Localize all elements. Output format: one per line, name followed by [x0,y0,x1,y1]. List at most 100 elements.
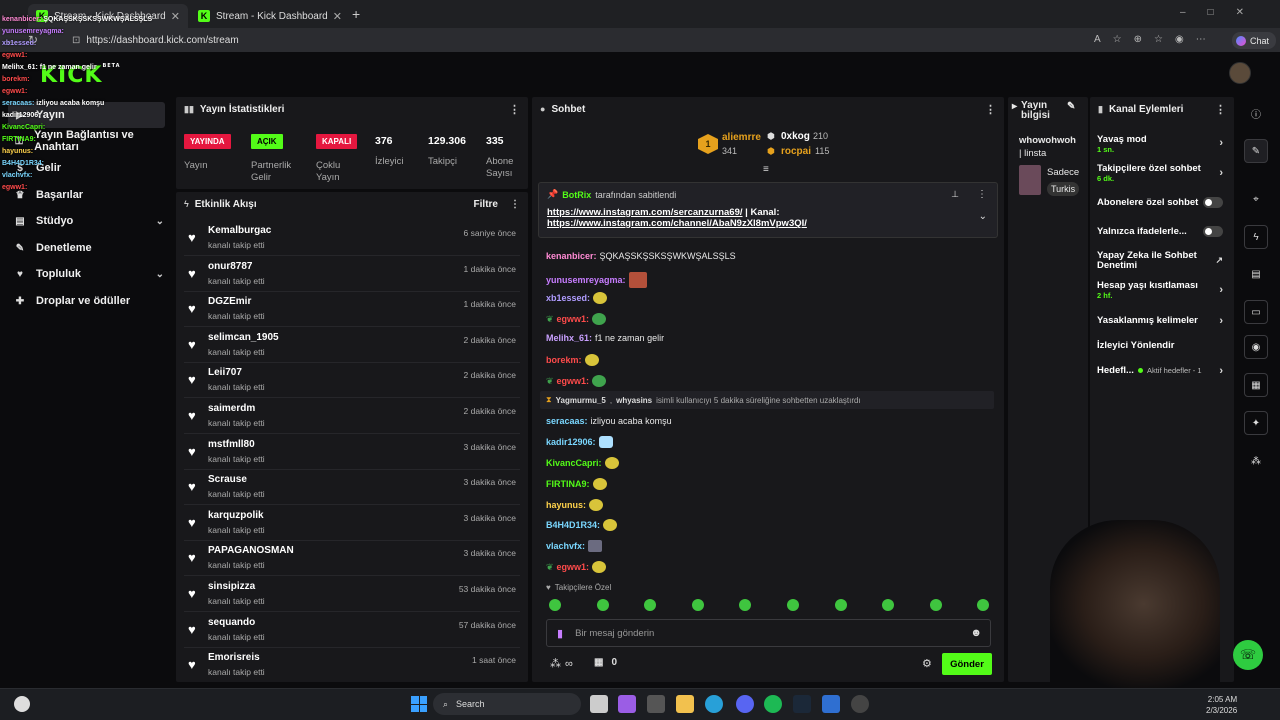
support-icon[interactable]: ☏ [1233,640,1263,670]
chat-username[interactable]: FIRTINA9: [546,479,590,489]
chat-username[interactable]: egww1: [557,376,590,386]
category-name[interactable]: Sadece [1047,167,1079,178]
chat-username[interactable]: borekm: [546,355,582,365]
chat-input[interactable]: ▮ Bir mesaj gönderin ☻ [546,619,991,647]
emotes-only-toggle[interactable] [1203,226,1223,237]
activity-user[interactable]: PAPAGANOSMAN [208,545,294,556]
user-avatar[interactable] [1229,62,1251,84]
obs-icon[interactable] [851,695,869,713]
send-button[interactable]: Gönder [942,653,992,675]
pinned-link[interactable]: https://www.instagram.com/channel/AbaN9z… [547,218,807,229]
browser-tab[interactable]: K Stream - Kick Dashboard ✕ [190,4,350,28]
expand-leaderboard-icon[interactable]: ≡ [763,164,769,175]
leader-name[interactable]: rocpai [781,146,811,157]
unpin-icon[interactable]: ⊥ [951,189,959,200]
users-icon[interactable]: ⁂ [1244,449,1268,473]
chat-username[interactable]: kadir12906: [546,437,596,447]
clock[interactable]: 2:05 AM 2/3/2026 [1206,694,1237,716]
more-icon[interactable]: ⋮ [985,103,996,116]
app-icon[interactable] [647,695,665,713]
edge-icon[interactable] [705,695,723,713]
quick-emote-icon[interactable] [787,599,799,611]
file-explorer-icon[interactable] [676,695,694,713]
chat-username[interactable]: kenanbicer: [546,251,597,261]
quick-emote-icon[interactable] [596,599,609,611]
category-thumbnail[interactable] [1019,165,1041,195]
activity-user[interactable]: DGZEmir [208,296,251,307]
lightning-icon[interactable]: ϟ [1244,225,1268,249]
new-tab-icon[interactable]: + [352,6,360,22]
app-icon[interactable] [822,695,840,713]
raid-action[interactable]: İzleyici Yönlendir [1097,340,1227,351]
activity-user[interactable]: onur8787 [208,261,252,272]
activity-user[interactable]: sinsipizza [208,581,255,592]
subs-only-toggle[interactable] [1203,197,1223,208]
more-icon[interactable]: ⋮ [509,103,520,116]
quick-emote-icon[interactable] [929,599,942,611]
more-icon[interactable]: ⋮ [1215,103,1226,116]
activity-user[interactable]: Leii707 [208,367,242,378]
filter-button[interactable]: Filtre [474,199,498,210]
task-view-icon[interactable] [590,695,608,713]
url-field[interactable]: ⊡ https://dashboard.kick.com/stream [58,31,1078,49]
pinned-link[interactable]: https://www.instagram.com/sercanzurna69/ [547,207,743,218]
chat-username[interactable]: B4H4D1R34: [546,520,600,530]
sidebar-item-studyo[interactable]: ▤ Stüdyo ⌄ [12,209,164,233]
chat-username[interactable]: hayunus: [546,500,586,510]
info-icon[interactable]: ⓘ [1244,101,1268,125]
activity-user[interactable]: Scrause [208,474,247,485]
copilot-chat-button[interactable]: Chat [1232,32,1276,49]
slow-mode-action[interactable]: Yavaş mod 1 sn. › [1097,134,1227,154]
spotify-icon[interactable] [764,695,782,713]
taskbar-search[interactable]: ⌕ Search [433,693,581,715]
goals-action[interactable]: Hedefl... Aktif hedefler - 1 › [1097,365,1227,377]
chat-username[interactable]: seracaas: [546,416,588,426]
quick-emote-icon[interactable] [834,599,847,611]
banned-words-action[interactable]: Yasaklanmış kelimeler › [1097,315,1227,327]
chat-username[interactable]: KivancCapri: [546,458,602,468]
activity-user[interactable]: mstfmll80 [208,439,255,450]
account-age-action[interactable]: Hesap yaşı kısıtlaması 2 hf. › [1097,280,1227,300]
subs-only-action[interactable]: Abonelere özel sohbet [1097,197,1227,208]
chat-username[interactable]: xb1essed: [546,293,590,303]
quick-emote-icon[interactable] [691,599,704,611]
close-tab-icon[interactable]: ✕ [333,10,342,23]
more-icon[interactable]: ⋮ [510,199,520,210]
chat-username[interactable]: egww1: [557,314,590,324]
mic-icon[interactable]: ▮ [557,627,563,640]
edit-icon[interactable]: ✎ [1067,101,1075,121]
activity-user[interactable]: Kemalburgac [208,225,271,236]
activity-user[interactable]: karquzpolik [208,510,264,521]
emotes-only-action[interactable]: Yalnızca ifadelerle... [1097,226,1227,237]
copilot-icon[interactable] [618,695,636,713]
followers-only-action[interactable]: Takipçilere özel sohbet 6 dk. › [1097,163,1227,183]
edit-icon[interactable]: ✎ [1244,139,1268,163]
sidebar-item-denetleme[interactable]: ✎ Denetleme [12,236,164,260]
activity-user[interactable]: sequando [208,617,255,628]
sidebar-item-topluluk[interactable]: ♥ Topluluk ⌄ [12,262,164,286]
activity-user[interactable]: selimcan_1905 [208,332,279,343]
activity-user[interactable]: Emorisreis [208,652,260,663]
weather-icon[interactable] [14,696,30,712]
timeout-mod[interactable]: Yagmurmu_5 [556,396,606,405]
chat-icon[interactable]: ▭ [1244,300,1268,324]
more-icon[interactable]: ⋮ [977,189,987,200]
discord-icon[interactable] [736,695,754,713]
broadcast-icon[interactable]: ◉ [1244,335,1268,359]
timeout-target[interactable]: whyasins [616,396,652,405]
leader-name[interactable]: aliemrre [722,132,761,143]
emoji-icon[interactable]: ☻ [970,627,982,639]
layout-icon[interactable]: ▦ [1244,373,1268,397]
window-controls[interactable]: –□✕ [1180,7,1266,18]
settings-gear-icon[interactable]: ⚙ [922,657,932,670]
chat-username[interactable]: Melihx_61: [546,333,592,343]
crosshair-icon[interactable]: ⌖ [1244,187,1268,211]
chat-username[interactable]: vlachvfx: [546,541,585,551]
pinned-by-user[interactable]: BotRix [562,190,591,200]
leader-name[interactable]: 0xkog [781,131,810,142]
document-icon[interactable]: ▤ [1244,262,1268,286]
chevron-down-icon[interactable]: ⌄ [979,211,987,222]
gift-count[interactable]: ▦ 0 [594,657,617,668]
activity-user[interactable]: saimerdm [208,403,255,414]
chat-username[interactable]: yunusemreyagma: [546,275,626,285]
